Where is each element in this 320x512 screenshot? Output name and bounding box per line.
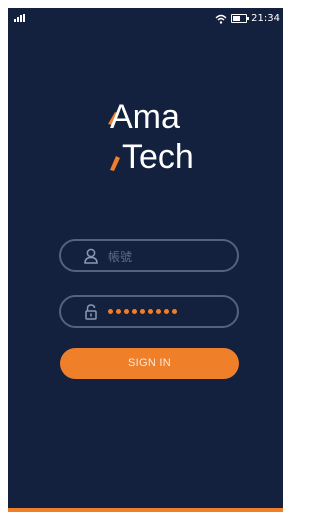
password-dot: [116, 309, 121, 314]
user-icon: [84, 248, 98, 264]
password-dot: [124, 309, 129, 314]
password-dot: [164, 309, 169, 314]
username-field[interactable]: 帳號: [59, 239, 239, 272]
password-dot: [132, 309, 137, 314]
logo-text-line2: Tech: [122, 138, 194, 176]
password-field[interactable]: [59, 295, 239, 328]
signal-icon: [14, 14, 25, 22]
password-dot: [156, 309, 161, 314]
password-masked-value: [108, 309, 177, 314]
password-dot: [140, 309, 145, 314]
logo-text-line1: Ama: [110, 98, 180, 136]
password-dot: [108, 309, 113, 314]
status-right: 21:34: [215, 13, 280, 24]
username-placeholder: 帳號: [108, 250, 133, 264]
password-dot: [172, 309, 177, 314]
battery-fill: [233, 16, 241, 21]
status-bar: 21:34: [8, 8, 283, 30]
lock-icon: [85, 304, 97, 320]
phone-screen: 21:34 Ama Tech 帳號 SIGN IN: [8, 8, 283, 512]
bottom-accent-bar: [8, 508, 283, 512]
app-logo: Ama Tech: [88, 94, 214, 178]
status-time: 21:34: [251, 13, 280, 24]
wifi-icon: [215, 14, 227, 24]
sign-in-button[interactable]: SIGN IN: [60, 348, 239, 379]
battery-icon: [231, 14, 250, 23]
password-dot: [148, 309, 153, 314]
